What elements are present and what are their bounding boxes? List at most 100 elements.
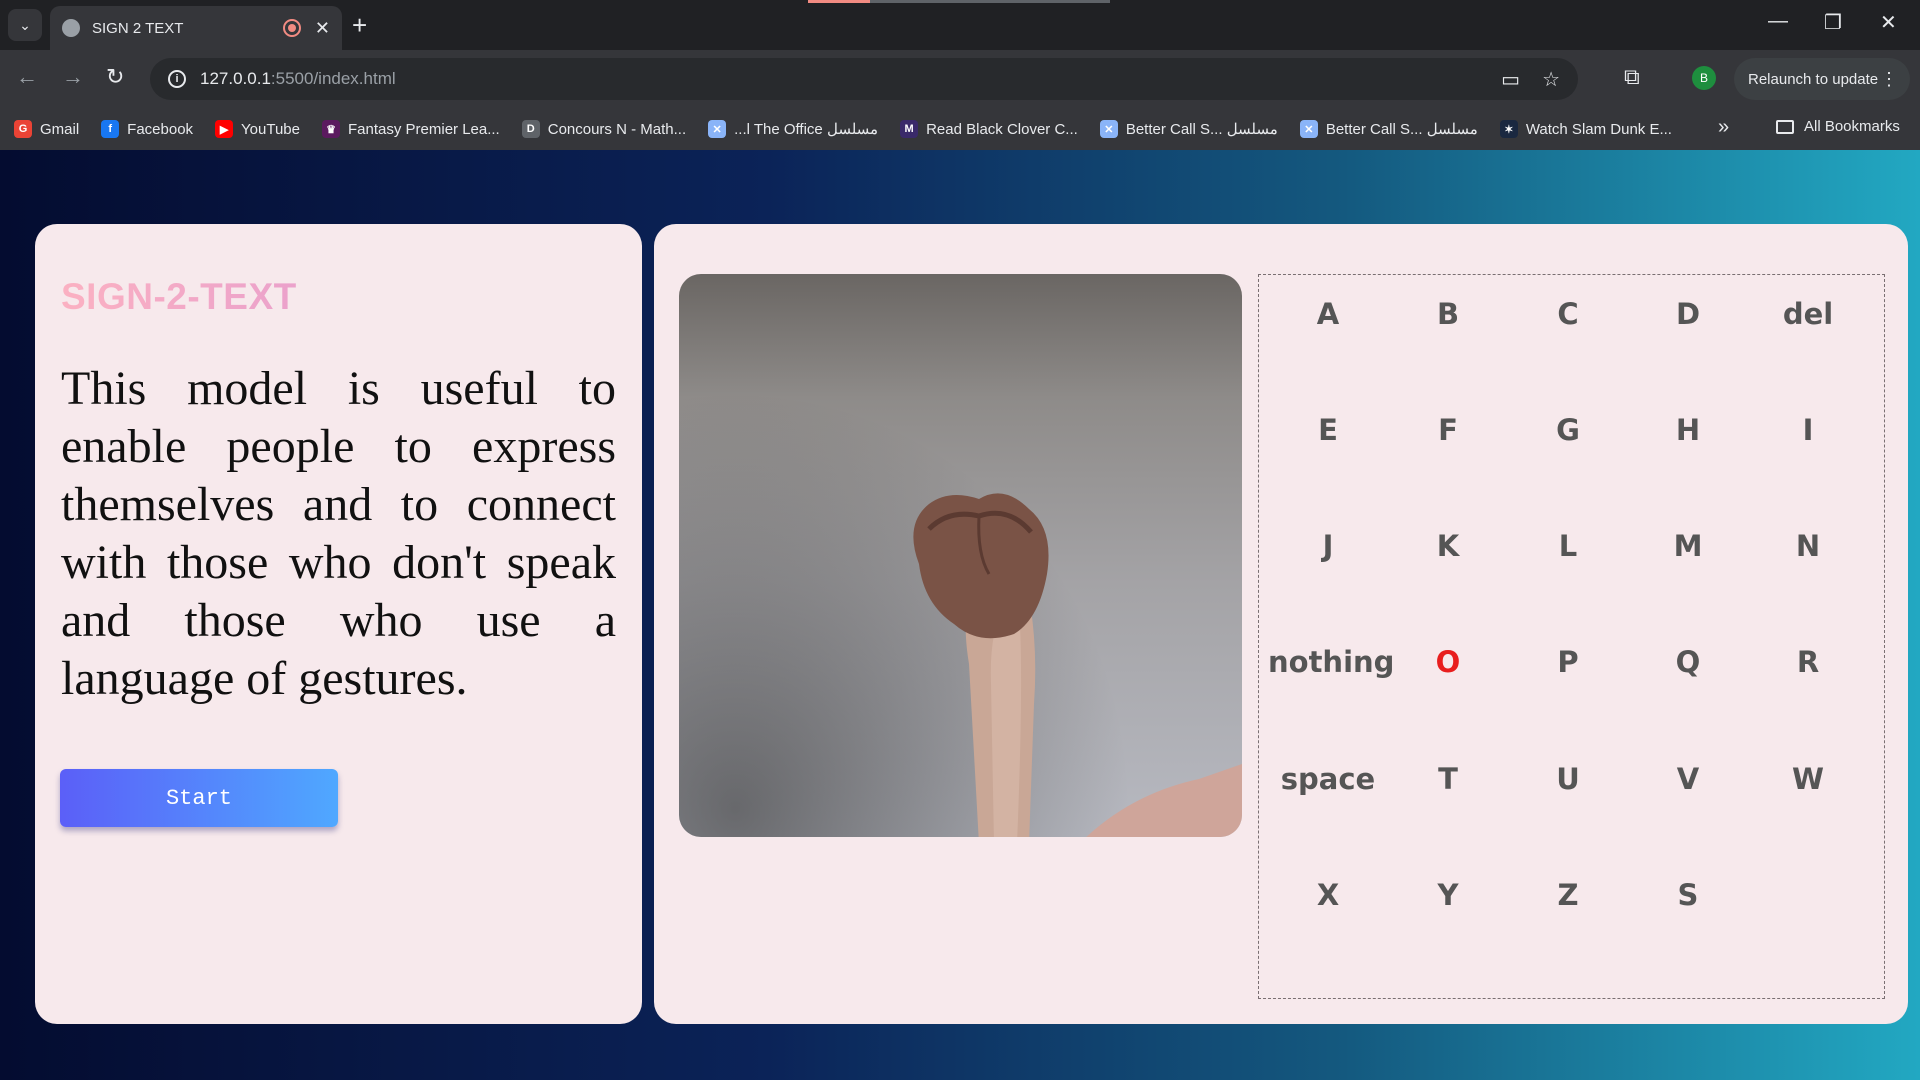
url-path: :5500/index.html — [270, 69, 396, 88]
all-bookmarks-label: All Bookmarks — [1804, 118, 1900, 135]
bookmark-label: Concours N - Math... — [547, 120, 687, 138]
letter-u: U — [1556, 762, 1580, 796]
letter-f: F — [1438, 413, 1458, 447]
relaunch-button[interactable]: Relaunch to update ⋮ — [1734, 58, 1910, 100]
letter-j: J — [1322, 529, 1334, 563]
bookmark-label: Read Black Clover C... — [926, 120, 1078, 138]
camera-in-use-icon[interactable]: ▭ — [1501, 67, 1520, 92]
letter-r: R — [1796, 645, 1820, 679]
bookmarks-bar: G Gmail f Facebook ▶ YouTube ♛ Fantasy Premier … — [0, 108, 1920, 150]
letter-n: N — [1795, 529, 1821, 563]
bookmark-item[interactable]: f Facebook — [101, 120, 193, 138]
restore-icon[interactable]: ❐ — [1824, 10, 1842, 35]
bookmark-item[interactable]: ♛ Fantasy Premier Lea... — [322, 120, 500, 138]
bookmark-item[interactable]: ✕ ...l The Office مسلسل — [708, 120, 878, 138]
letter-p: P — [1557, 645, 1579, 679]
bookmark-label: YouTube — [241, 120, 300, 138]
letter-a: A — [1316, 297, 1340, 331]
menu-dots-icon: ⋮ — [1880, 68, 1898, 89]
browser-tab[interactable]: SIGN 2 TEXT ✕ — [50, 6, 342, 50]
new-tab-button[interactable]: + — [352, 10, 367, 40]
relaunch-label: Relaunch to update — [1748, 70, 1879, 88]
letter-b: B — [1436, 297, 1460, 331]
site-icon: ✕ — [708, 120, 727, 138]
letter-nothing: nothing — [1268, 645, 1395, 679]
letter-v: V — [1676, 762, 1700, 796]
site-info-icon[interactable]: i — [168, 70, 186, 88]
close-window-icon[interactable]: ✕ — [1880, 10, 1897, 35]
bookmark-label: Facebook — [127, 120, 194, 138]
bookmark-label: Gmail — [40, 120, 80, 138]
bookmark-item[interactable]: ▶ YouTube — [215, 120, 300, 138]
bookmark-label: Watch Slam Dunk E... — [1525, 120, 1672, 138]
start-button[interactable]: Start — [60, 769, 338, 827]
minimize-icon[interactable]: — — [1768, 10, 1788, 33]
extensions-icon[interactable]: ⧉ — [1624, 64, 1640, 90]
reload-icon[interactable]: ↻ — [106, 64, 124, 90]
youtube-icon: ▶ — [215, 120, 234, 138]
premier-league-icon: ♛ — [322, 120, 340, 138]
recording-icon — [282, 19, 301, 37]
bookmark-item[interactable]: ✶ Watch Slam Dunk E... — [1499, 120, 1672, 138]
letter-s: S — [1677, 878, 1699, 912]
browser-toolbar: ← → ↻ i 127.0.0.1:5500/index.html ▭ ☆ ⧉ … — [0, 50, 1920, 108]
letter-x: X — [1316, 878, 1340, 912]
letter-c: C — [1557, 297, 1579, 331]
globe-icon — [62, 19, 80, 37]
tab-search-button[interactable]: ⌄ — [8, 9, 42, 41]
tab-title: SIGN 2 TEXT — [92, 19, 184, 37]
address-bar[interactable]: i 127.0.0.1:5500/index.html ▭ ☆ — [150, 58, 1578, 100]
letter-m: M — [1673, 529, 1703, 563]
tab-strip: ⌄ SIGN 2 TEXT ✕ + — ❐ ✕ — [0, 0, 1920, 50]
bookmark-item[interactable]: M Read Black Clover C... — [900, 120, 1078, 138]
recognition-card: A B C Ddel E F G H I J K L M Nnothing O P Q Rspace T U V W X Y Z… — [654, 224, 1908, 1024]
description-text: This model is useful to enable people to… — [61, 362, 616, 705]
page-viewport: SIGN-2-TEXT This model is useful to enab… — [0, 150, 1920, 1080]
letter-h: H — [1675, 413, 1701, 447]
folder-icon — [1776, 119, 1794, 134]
close-tab-icon[interactable]: ✕ — [315, 18, 330, 39]
letter-o: O — [1435, 645, 1461, 679]
document-icon: D — [521, 120, 540, 138]
url-text[interactable]: 127.0.0.1:5500/index.html — [200, 69, 1479, 89]
loading-track — [870, 0, 1110, 3]
letter-t: T — [1438, 762, 1458, 796]
loading-indicator — [808, 0, 870, 3]
url-host: 127.0.0.1 — [200, 69, 271, 88]
webcam-feed — [679, 274, 1242, 837]
brand-title: SIGN-2-TEXT — [61, 276, 616, 318]
letter-l: L — [1558, 529, 1578, 563]
letter-z: Z — [1557, 878, 1579, 912]
back-arrow-icon[interactable]: ← — [16, 64, 38, 90]
letter-space: space — [1280, 762, 1376, 796]
bookmark-item[interactable]: G Gmail — [14, 120, 79, 138]
more-bookmarks-icon[interactable]: » — [1718, 116, 1729, 139]
bookmark-item[interactable]: D Concours N - Math... — [521, 120, 687, 138]
site-icon: ✕ — [1099, 120, 1118, 138]
bookmark-item[interactable]: ✕ Better Call S... مسلسل — [1099, 120, 1278, 138]
letter-y: Y — [1437, 878, 1459, 912]
bookmark-label: Better Call S... مسلسل — [1325, 121, 1478, 138]
letter-d: D — [1675, 297, 1701, 331]
bookmark-label: ...l The Office مسلسل — [734, 121, 879, 138]
letter-grid: A B C Ddel E F G H I J K L M Nnothing O P Q Rspace T U V W X Y Z… — [1258, 274, 1885, 999]
bookmark-star-icon[interactable]: ☆ — [1542, 67, 1560, 92]
letter-q: Q — [1675, 645, 1701, 679]
all-bookmarks-button[interactable]: All Bookmarks — [1776, 118, 1900, 135]
profile-avatar[interactable]: B — [1692, 66, 1716, 90]
gmail-icon: G — [14, 120, 32, 138]
intro-card: SIGN-2-TEXT This model is useful to enab… — [35, 224, 642, 1024]
bookmark-item[interactable]: ✕ Better Call S... مسلسل — [1299, 120, 1478, 138]
letter-i: I — [1802, 413, 1814, 447]
letter-g: G — [1556, 413, 1580, 447]
forward-arrow-icon[interactable]: → — [62, 64, 84, 90]
letter-e: E — [1318, 413, 1338, 447]
letter-k: K — [1436, 529, 1460, 563]
bookmark-label: Better Call S... مسلسل — [1125, 121, 1278, 138]
facebook-icon: f — [101, 120, 120, 138]
letter-w: W — [1792, 762, 1824, 796]
manga-icon: M — [900, 120, 919, 138]
chevron-down-icon: ⌄ — [19, 16, 31, 33]
bookmark-label: Fantasy Premier Lea... — [348, 120, 500, 138]
letter-del: del — [1782, 297, 1834, 331]
